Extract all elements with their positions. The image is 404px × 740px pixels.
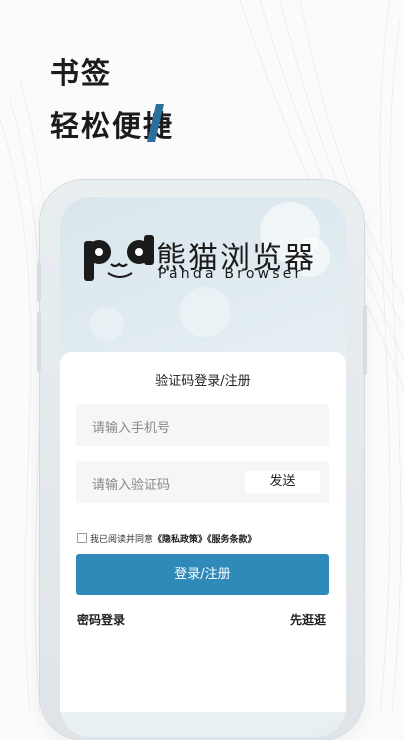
bokeh-light (180, 287, 230, 337)
bokeh-light (90, 307, 124, 341)
login-register-button[interactable]: 登录/注册 (76, 554, 329, 595)
phone-side-button (37, 312, 41, 372)
phone-side-button (363, 305, 367, 375)
password-login-link[interactable]: 密码登录 (77, 611, 125, 628)
phone-placeholder: 请输入手机号 (92, 421, 171, 436)
headline-line-1: 书签 (50, 56, 113, 90)
send-code-button[interactable]: 发送 (245, 471, 320, 493)
browse-first-link[interactable]: 先逛逛 (290, 611, 326, 628)
agree-checkbox[interactable] (77, 533, 87, 543)
agreement-row: 我已阅读并同意《隐私政策》《服务条款》 (77, 532, 257, 545)
accent-slash-icon (147, 104, 164, 142)
brand-subtitle: Panda Browser (158, 266, 304, 282)
code-placeholder: 请输入验证码 (92, 478, 171, 493)
phone-side-button (37, 262, 41, 302)
agree-text: 我已阅读并同意 (90, 535, 154, 545)
privacy-policy-link[interactable]: 《隐私政策》 (153, 535, 207, 545)
terms-of-service-link[interactable]: 《服务条款》 (207, 535, 257, 545)
form-title: 验证码登录/注册 (155, 374, 251, 389)
